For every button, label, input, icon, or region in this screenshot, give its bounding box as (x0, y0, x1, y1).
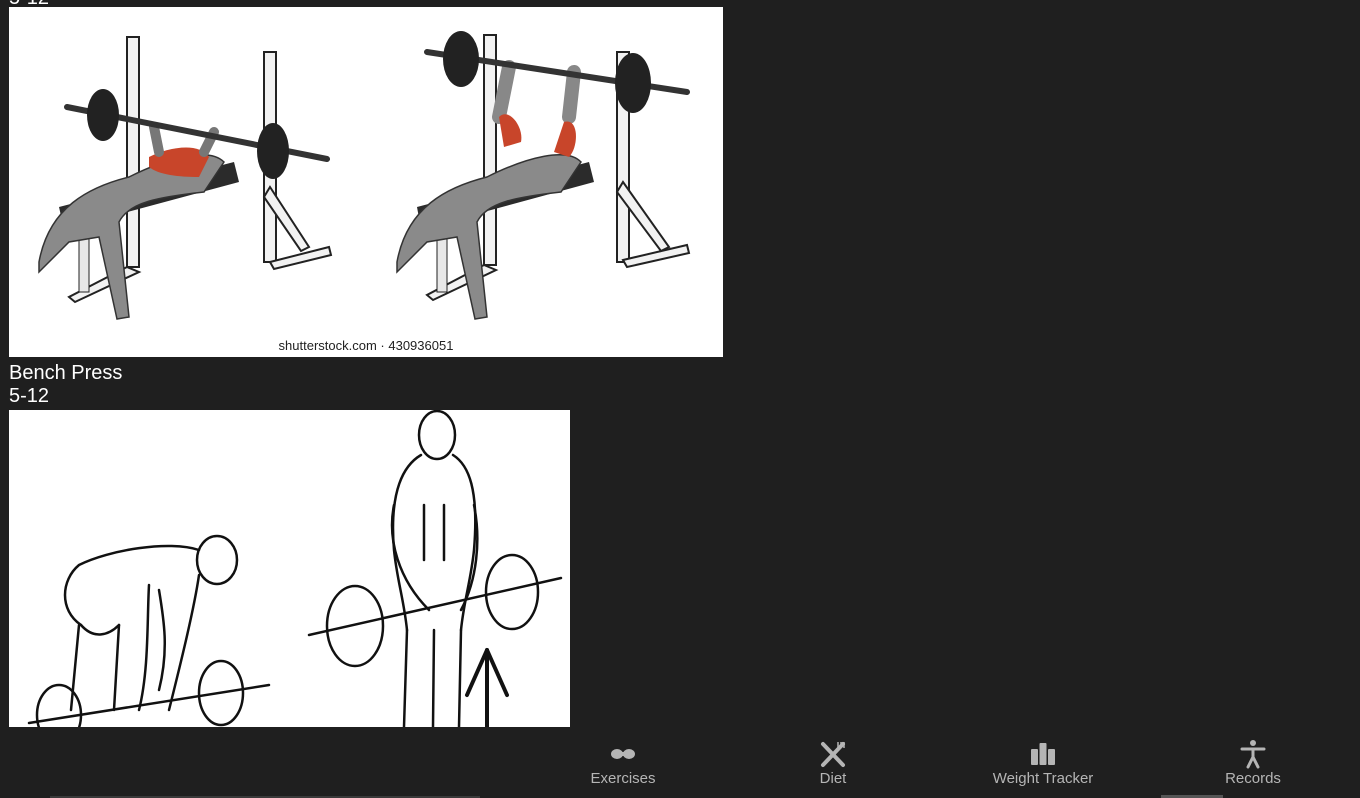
exercise-list: 5-12 (0, 0, 1360, 727)
deadlift-image (9, 410, 570, 727)
nav-tab-exercises[interactable]: Exercises (518, 727, 728, 798)
person-icon (1240, 740, 1266, 769)
nav-tab-weight-tracker[interactable]: Weight Tracker (938, 727, 1148, 798)
exercise-name: Bench Press (9, 362, 123, 384)
image-watermark: shutterstock.com · 430936051 (279, 338, 454, 353)
nav-label: Exercises (590, 770, 656, 787)
bottom-navigation: Exercises Diet Weight Tracker Records (0, 727, 1360, 798)
nav-label: Records (1225, 770, 1281, 787)
bench-press-image: shutterstock.com · 430936051 (9, 7, 723, 357)
nav-tab-records[interactable]: Records (1148, 727, 1358, 798)
exercise-icon (611, 749, 635, 759)
exercise-reps: 5-12 (9, 385, 50, 407)
nav-label: Diet (819, 770, 847, 787)
nav-label: Weight Tracker (992, 770, 1094, 787)
fork-knife-icon (821, 742, 845, 767)
bar-chart-icon (1031, 743, 1055, 765)
nav-tab-diet[interactable]: Diet (728, 727, 938, 798)
